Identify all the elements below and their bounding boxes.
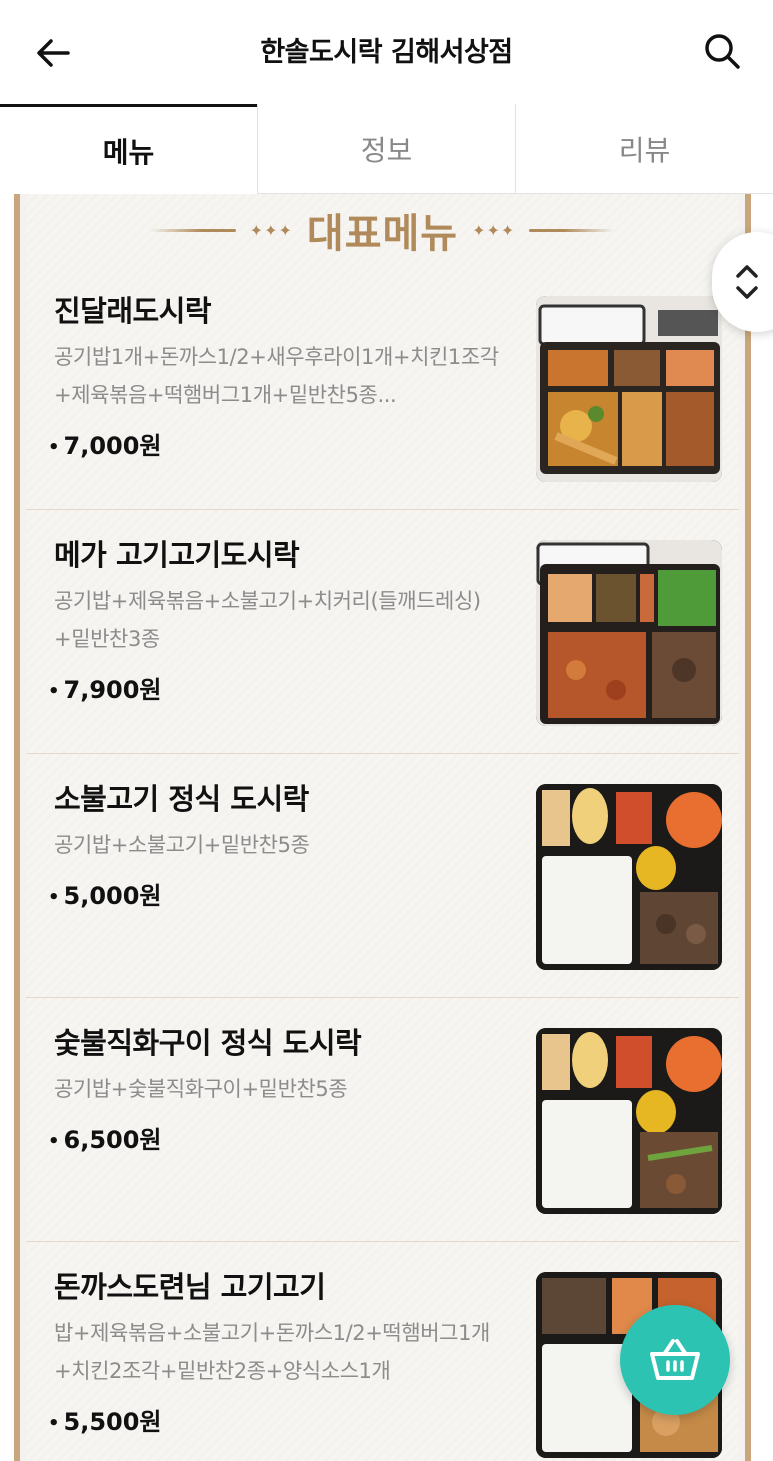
price-bullet: •: [48, 1412, 60, 1434]
search-button[interactable]: [699, 28, 745, 74]
price-bullet: •: [48, 680, 60, 702]
ornament-line-right: [529, 228, 616, 232]
section-header: ✦✦✦ 대표메뉴 ✦✦✦: [26, 194, 739, 266]
menu-item-price-value: 7,900원: [63, 676, 162, 704]
tab-menu-label: 메뉴: [102, 135, 155, 169]
tab-info-label: 정보: [360, 133, 413, 167]
price-bullet: •: [48, 1130, 60, 1152]
price-bullet: •: [48, 886, 60, 908]
featured-menu-list: ✦✦✦ 대표메뉴 ✦✦✦ 진달래도시락 공기밥1개+돈까스1/2+새우후라이1개…: [26, 194, 739, 1461]
featured-menu-panel: ✦✦✦ 대표메뉴 ✦✦✦ 진달래도시락 공기밥1개+돈까스1/2+새우후라이1개…: [14, 194, 751, 1461]
ornament-line-left: [149, 228, 236, 232]
menu-item-name: 돈까스도련님 고기고기: [54, 1270, 326, 1304]
menu-item-price: • 6,500원: [48, 1120, 162, 1155]
page-title: 한솔도시락 김해서상점: [260, 37, 513, 68]
menu-item-price-value: 6,500원: [63, 1126, 162, 1154]
ornament-dots-right: ✦✦✦: [472, 220, 516, 240]
menu-item-jindallae[interactable]: 진달래도시락 공기밥1개+돈까스1/2+새우후라이1개+치킨1조각+제육볶음+떡…: [26, 266, 739, 510]
cart-button[interactable]: [620, 1305, 730, 1415]
menu-item-sobulgogi[interactable]: 소불고기 정식 도시락 공기밥+소불고기+밑반찬5종 • 5,000원: [26, 754, 739, 998]
price-bullet: •: [48, 436, 60, 458]
section-title: 대표메뉴: [306, 211, 459, 257]
menu-item-photo: [536, 1028, 722, 1214]
menu-item-name: 메가 고기고기도시락: [54, 538, 300, 572]
tab-info[interactable]: 정보: [257, 104, 515, 194]
tab-review-label: 리뷰: [618, 133, 671, 167]
menu-item-sutbul[interactable]: 숯불직화구이 정식 도시락 공기밥+숯불직화구이+밑반찬5종 • 6,500원: [26, 998, 739, 1242]
menu-item-name: 진달래도시락: [54, 294, 212, 328]
tab-menu[interactable]: 메뉴: [0, 104, 257, 194]
menu-item-price-value: 7,000원: [63, 432, 162, 460]
menu-item-desc: 공기밥+숯불직화구이+밑반찬5종: [54, 1077, 348, 1101]
menu-item-price: • 5,500원: [48, 1402, 162, 1437]
tab-review[interactable]: 리뷰: [515, 104, 773, 194]
menu-item-price-value: 5,000원: [63, 882, 162, 910]
menu-item-price: • 7,000원: [48, 426, 162, 461]
menu-item-desc: 공기밥+제육볶음+소불고기+치커리(들깨드레싱)+밑반찬3종: [54, 589, 481, 651]
menu-item-photo: [536, 784, 722, 970]
menu-item-name: 숯불직화구이 정식 도시락: [54, 1026, 362, 1060]
search-icon: [705, 34, 740, 69]
menu-item-name: 소불고기 정식 도시락: [54, 782, 309, 816]
menu-item-mega-gogi[interactable]: 메가 고기고기도시락 공기밥+제육볶음+소불고기+치커리(들깨드레싱)+밑반찬3…: [26, 510, 739, 754]
app-header: 한솔도시락 김해서상점: [0, 0, 773, 104]
menu-item-desc: 밥+제육볶음+소불고기+돈까스1/2+떡햄버그1개+치킨2조각+밑반찬2종+양식…: [54, 1321, 490, 1383]
menu-item-photo: [536, 296, 722, 482]
menu-item-desc: 공기밥1개+돈까스1/2+새우후라이1개+치킨1조각+제육볶음+떡햄버그1개+밑…: [54, 345, 499, 407]
chevron-up-down-icon: [736, 265, 758, 299]
menu-item-price: • 5,000원: [48, 876, 162, 911]
basket-icon: [650, 1339, 700, 1380]
menu-item-price-value: 5,500원: [63, 1408, 162, 1436]
tab-bar: 메뉴 정보 리뷰: [0, 104, 773, 194]
menu-item-photo: [536, 540, 722, 726]
menu-item-price: • 7,900원: [48, 670, 162, 705]
menu-item-desc: 공기밥+소불고기+밑반찬5종: [54, 833, 310, 857]
ornament-dots-left: ✦✦✦: [249, 220, 293, 240]
